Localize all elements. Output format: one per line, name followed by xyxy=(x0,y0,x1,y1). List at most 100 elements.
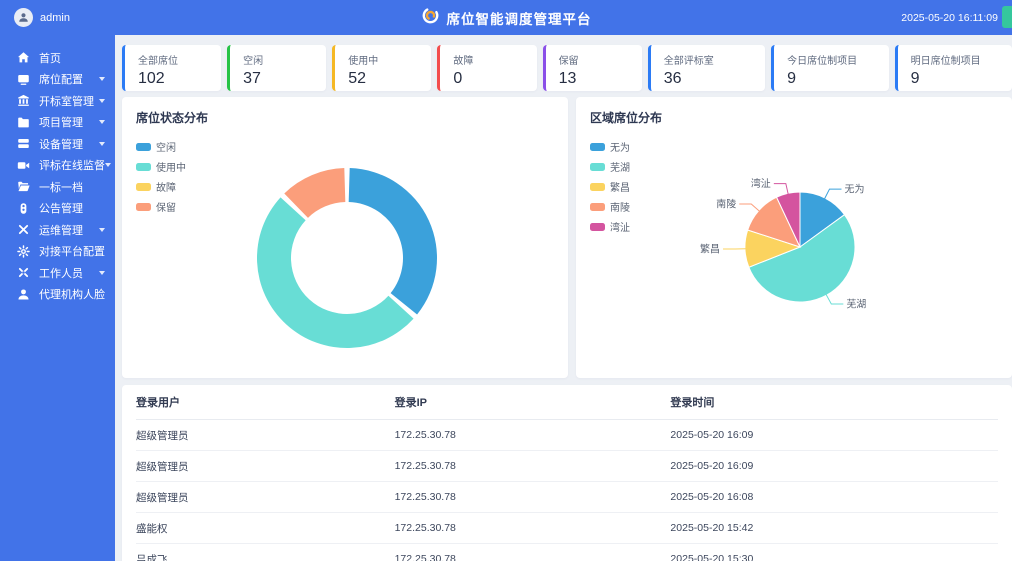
sidebar-item-1[interactable]: 席位配置 xyxy=(0,69,115,91)
legend-item-0[interactable]: 无为 xyxy=(590,139,630,154)
folder-icon xyxy=(17,116,30,129)
charts-row: 席位状态分布 空闲使用中故障保留 区域席位分布 无为芜湖繁昌南陵湾沚 无为芜湖繁… xyxy=(122,97,1012,378)
table-row: 超级管理员172.25.30.782025-05-20 16:08 xyxy=(136,482,998,513)
chevron-down-icon xyxy=(99,142,105,146)
stat-label: 今日席位制项目 xyxy=(787,52,888,67)
stat-value: 102 xyxy=(138,70,221,88)
sidebar: 首页席位配置开标室管理项目管理设备管理评标在线监督一标一档公告管理运维管理对接平… xyxy=(0,35,115,561)
stat-card-7: 明日席位制项目9 xyxy=(895,45,1012,91)
legend-item-2[interactable]: 繁昌 xyxy=(590,179,630,194)
donut-chart xyxy=(122,97,568,378)
chevron-down-icon xyxy=(99,77,105,81)
stat-label: 全部席位 xyxy=(138,52,221,67)
sidebar-item-0[interactable]: 首页 xyxy=(0,47,115,69)
legend-chip xyxy=(590,163,605,171)
sidebar-item-label: 设备管理 xyxy=(39,136,83,152)
sidebar-item-10[interactable]: 工作人员 xyxy=(0,262,115,284)
wrench-icon xyxy=(17,223,30,236)
stat-card-0: 全部席位 102 xyxy=(122,45,221,91)
slice-label: 湾沚 xyxy=(751,177,771,190)
sidebar-item-label: 代理机构人脸 xyxy=(39,286,105,302)
table-cell: 172.25.30.78 xyxy=(395,451,671,482)
table-cell: 2025-05-20 15:42 xyxy=(670,513,998,544)
sidebar-item-label: 一标一档 xyxy=(39,179,83,195)
chevron-down-icon xyxy=(99,120,105,124)
callout-line xyxy=(826,294,843,304)
stat-card-3: 故障0 xyxy=(437,45,536,91)
legend-label: 使用中 xyxy=(156,159,186,174)
stat-label: 保留 xyxy=(559,52,642,67)
person-icon xyxy=(17,288,30,301)
column-header: 登录IP xyxy=(395,385,671,420)
table-cell: 2025-05-20 16:09 xyxy=(670,420,998,451)
announcement-icon xyxy=(17,202,30,215)
platform-logo-icon xyxy=(421,6,440,30)
stat-label: 明日席位制项目 xyxy=(911,52,1012,67)
sidebar-item-2[interactable]: 开标室管理 xyxy=(0,90,115,112)
folder-open-icon xyxy=(17,180,30,193)
current-datetime: 2025-05-20 16:11:09 xyxy=(901,12,998,24)
server-icon xyxy=(17,137,30,150)
stat-value: 9 xyxy=(787,70,888,88)
chart-title: 区域席位分布 xyxy=(590,109,662,126)
table-cell: 吕成飞 xyxy=(136,544,395,561)
stat-card-1: 空闲37 xyxy=(227,45,326,91)
table-cell: 超级管理员 xyxy=(136,482,395,513)
edge-badge[interactable] xyxy=(1002,6,1012,28)
legend-item-3[interactable]: 南陵 xyxy=(590,199,630,214)
table-cell: 172.25.30.78 xyxy=(395,420,671,451)
sidebar-item-label: 评标在线监督 xyxy=(39,157,105,173)
sidebar-item-9[interactable]: 对接平台配置 xyxy=(0,241,115,263)
sidebar-item-11[interactable]: 代理机构人脸 xyxy=(0,284,115,306)
sidebar-item-3[interactable]: 项目管理 xyxy=(0,112,115,134)
seat-config-icon xyxy=(17,73,30,86)
stat-card-5: 全部评标室36 xyxy=(648,45,765,91)
slice-label: 南陵 xyxy=(716,198,736,211)
brand: 席位智能调度管理平台 xyxy=(0,0,1012,35)
main-content: 全部席位102空闲37使用中52故障0保留13全部评标室36今日席位制项目9明日… xyxy=(115,35,1012,561)
slice-label: 芜湖 xyxy=(846,297,866,310)
sidebar-item-5[interactable]: 评标在线监督 xyxy=(0,155,115,177)
sidebar-item-7[interactable]: 公告管理 xyxy=(0,198,115,220)
sidebar-item-label: 工作人员 xyxy=(39,265,83,281)
user-area[interactable]: admin xyxy=(0,8,70,27)
sidebar-item-6[interactable]: 一标一档 xyxy=(0,176,115,198)
slice-label: 繁昌 xyxy=(700,243,720,256)
pie-slice-0[interactable] xyxy=(349,168,437,314)
legend-item-3[interactable]: 保留 xyxy=(136,199,186,214)
sidebar-item-8[interactable]: 运维管理 xyxy=(0,219,115,241)
sidebar-item-label: 开标室管理 xyxy=(39,93,94,109)
stat-value: 0 xyxy=(453,70,536,88)
region-seat-distribution-card: 区域席位分布 无为芜湖繁昌南陵湾沚 无为芜湖繁昌南陵湾沚 xyxy=(576,97,1012,378)
table-cell: 盛能权 xyxy=(136,513,395,544)
legend-item-1[interactable]: 使用中 xyxy=(136,159,186,174)
legend-label: 南陵 xyxy=(610,199,630,214)
stat-value: 13 xyxy=(559,70,642,88)
legend-chip xyxy=(136,163,151,171)
stats-row: 全部席位 102 空闲37 使用中 52 故障0 保留 13 全部评标室36 今日席位制项目 9 明日… xyxy=(122,45,1012,91)
table-cell: 172.25.30.78 xyxy=(395,513,671,544)
table-cell: 2025-05-20 16:08 xyxy=(670,482,998,513)
sidebar-item-4[interactable]: 设备管理 xyxy=(0,133,115,155)
legend-item-4[interactable]: 湾沚 xyxy=(590,219,630,234)
table-cell: 2025-05-20 15:30 xyxy=(670,544,998,561)
legend-item-1[interactable]: 芜湖 xyxy=(590,159,630,174)
callout-line xyxy=(825,189,842,199)
sidebar-item-label: 项目管理 xyxy=(39,114,83,130)
seat-status-distribution-card: 席位状态分布 空闲使用中故障保留 xyxy=(122,97,568,378)
stat-value: 36 xyxy=(664,70,765,88)
stat-card-2: 使用中 52 xyxy=(332,45,431,91)
legend-chip xyxy=(136,203,151,211)
sidebar-item-label: 对接平台配置 xyxy=(39,243,105,259)
slice-label: 无为 xyxy=(845,184,865,196)
gear-icon xyxy=(17,245,30,258)
user-avatar-icon[interactable] xyxy=(14,8,33,27)
stat-label: 使用中 xyxy=(348,52,431,67)
stat-value: 52 xyxy=(348,70,431,88)
table-row: 超级管理员172.25.30.782025-05-20 16:09 xyxy=(136,451,998,482)
stat-card-4: 保留 13 xyxy=(543,45,642,91)
legend-item-2[interactable]: 故障 xyxy=(136,179,186,194)
legend-chip xyxy=(590,183,605,191)
table-row: 盛能权172.25.30.782025-05-20 15:42 xyxy=(136,513,998,544)
legend-item-0[interactable]: 空闲 xyxy=(136,139,186,154)
